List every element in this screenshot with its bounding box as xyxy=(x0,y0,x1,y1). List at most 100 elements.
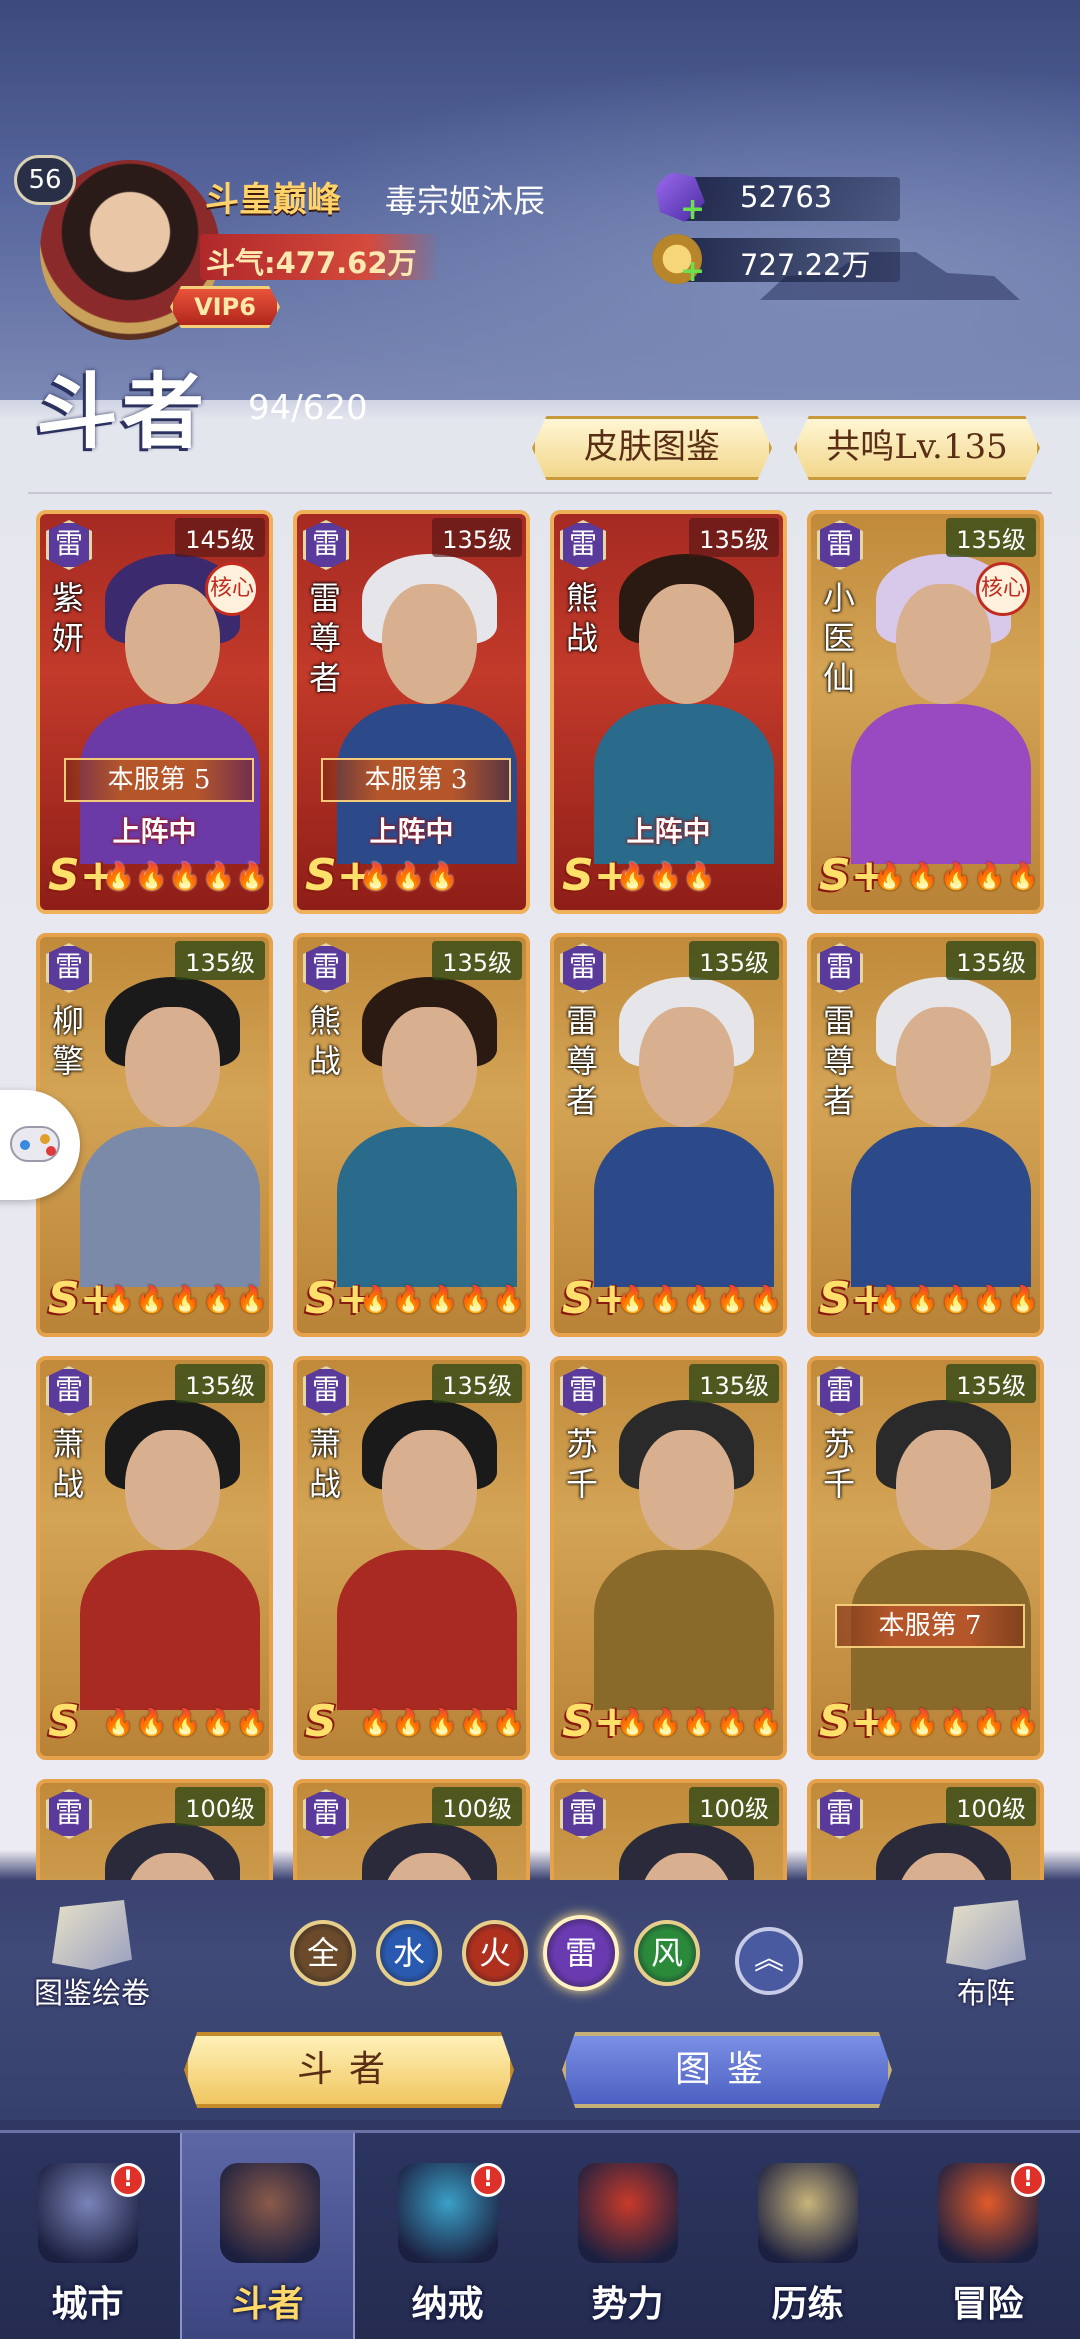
atlas-scroll-button[interactable]: 图鉴绘卷 xyxy=(22,1900,162,2012)
skin-atlas-button[interactable]: 皮肤图鉴 xyxy=(532,416,772,480)
hero-portrait xyxy=(594,554,774,864)
resonance-button[interactable]: 共鸣Lv.135 xyxy=(794,416,1040,480)
hero-name: 苏千 xyxy=(565,1425,598,1503)
element-filter-row: 全水火雷风 xyxy=(290,1915,810,2000)
hero-grid[interactable]: 雷 145级 紫妍 核心 本服第 5 上阵中 S+ 🔥🔥🔥🔥🔥 雷 135级 雷尊者 本服… xyxy=(0,510,1080,1880)
add-coin-icon[interactable]: + xyxy=(680,254,705,289)
hero-portrait xyxy=(80,1400,260,1710)
hero-body xyxy=(594,1550,774,1710)
nav-training[interactable]: 历练 xyxy=(720,2133,895,2339)
hero-body xyxy=(594,1127,774,1287)
hero-stars: 🔥🔥🔥🔥🔥 xyxy=(873,1708,1040,1738)
hero-name: 熊战 xyxy=(565,579,598,657)
nav-label: 历练 xyxy=(771,2283,844,2325)
core-badge: 核心 xyxy=(976,562,1030,616)
fighter-icon xyxy=(220,2163,320,2263)
filter-water-button[interactable]: 水 xyxy=(376,1920,442,1986)
hero-stars: 🔥🔥🔥🔥🔥 xyxy=(359,1708,526,1738)
hero-name: 雷尊者 xyxy=(565,1002,598,1120)
hero-stars: 🔥🔥🔥🔥🔥 xyxy=(102,862,269,892)
hero-card[interactable]: 雷 100级 xyxy=(807,1779,1044,1880)
coin-count: 727.22万 xyxy=(740,248,871,282)
filter-wind-button[interactable]: 风 xyxy=(634,1920,700,1986)
hero-name: 熊战 xyxy=(308,1002,341,1080)
nav-faction[interactable]: 势力 xyxy=(540,2133,715,2339)
flag-icon xyxy=(946,1900,1026,1970)
filter-thunder-button[interactable]: 雷 xyxy=(543,1915,619,1991)
atlas-scroll-label: 图鉴绘卷 xyxy=(33,1976,150,2010)
hero-level: 100级 xyxy=(175,1787,265,1826)
nav-city[interactable]: 城市! xyxy=(0,2133,175,2339)
server-rank-banner: 本服第 3 xyxy=(321,758,511,802)
nav-fighter[interactable]: 斗者 xyxy=(180,2133,355,2339)
hero-name: 紫妍 xyxy=(51,579,84,657)
scroll-icon xyxy=(52,1900,132,1970)
hero-stars: 🔥🔥🔥🔥🔥 xyxy=(359,1285,526,1315)
hero-card[interactable]: 雷 100级 xyxy=(550,1779,787,1880)
hero-card[interactable]: 雷 135级 苏千 本服第 7 S+ 🔥🔥🔥🔥🔥 xyxy=(807,1356,1044,1760)
hero-count: 94/620 xyxy=(248,388,368,428)
hero-level: 135级 xyxy=(432,518,522,557)
hero-card[interactable]: 雷 135级 小医仙 核心 S+ 🔥🔥🔥🔥🔥 xyxy=(807,510,1044,914)
hero-body xyxy=(337,1127,517,1287)
hero-card[interactable]: 雷 145级 紫妍 核心 本服第 5 上阵中 S+ 🔥🔥🔥🔥🔥 xyxy=(36,510,273,914)
hero-level: 135级 xyxy=(946,518,1036,557)
hero-face xyxy=(896,1007,991,1127)
hero-card[interactable]: 雷 135级 雷尊者 S+ 🔥🔥🔥🔥🔥 xyxy=(807,933,1044,1337)
hero-portrait xyxy=(851,977,1031,1287)
hero-face xyxy=(382,1007,477,1127)
hero-card[interactable]: 雷 100级 xyxy=(293,1779,530,1880)
hero-level: 135级 xyxy=(689,941,779,980)
hero-card[interactable]: 雷 135级 萧战 S 🔥🔥🔥🔥🔥 xyxy=(293,1356,530,1760)
hero-name: 雷尊者 xyxy=(822,1002,855,1120)
hero-card[interactable]: 雷 135级 熊战 S+ 🔥🔥🔥🔥🔥 xyxy=(293,933,530,1337)
gamepad-dot xyxy=(20,1140,30,1150)
hero-portrait xyxy=(594,977,774,1287)
hero-name: 雷尊者 xyxy=(308,579,341,697)
hero-card[interactable]: 雷 135级 苏千 S+ 🔥🔥🔥🔥🔥 xyxy=(550,1356,787,1760)
player-title: 斗皇巅峰 xyxy=(205,180,341,220)
nav-ring[interactable]: 纳戒! xyxy=(360,2133,535,2339)
add-crystal-icon[interactable]: + xyxy=(680,192,705,227)
tab-fighter[interactable]: 斗者 xyxy=(184,2032,514,2108)
hero-portrait xyxy=(80,1823,260,1880)
hero-name: 柳擎 xyxy=(51,1002,84,1080)
hero-level: 100级 xyxy=(689,1787,779,1826)
vip-badge[interactable]: VIP6 xyxy=(170,286,280,328)
hero-grade: S xyxy=(305,1696,337,1747)
hero-face xyxy=(639,584,734,704)
hero-stars: 🔥🔥🔥🔥🔥 xyxy=(102,1708,269,1738)
hero-level: 135级 xyxy=(432,941,522,980)
lineup-label: 布阵 xyxy=(956,1976,1015,2010)
gamepad-dot xyxy=(40,1134,50,1144)
hero-card[interactable]: 雷 100级 xyxy=(36,1779,273,1880)
hero-level: 135级 xyxy=(689,518,779,557)
hero-portrait xyxy=(337,977,517,1287)
hero-level: 135级 xyxy=(689,1364,779,1403)
player-power: 斗气:477.62万 xyxy=(206,246,417,280)
hero-card[interactable]: 雷 135级 熊战 上阵中 S+ 🔥🔥🔥 xyxy=(550,510,787,914)
hero-level: 145级 xyxy=(175,518,265,557)
hero-stars: 🔥🔥🔥🔥🔥 xyxy=(873,1285,1040,1315)
lineup-button[interactable]: 布阵 xyxy=(916,1900,1056,2012)
hero-card[interactable]: 雷 135级 雷尊者 本服第 3 上阵中 S+ 🔥🔥🔥 xyxy=(293,510,530,914)
hero-level: 135级 xyxy=(946,1364,1036,1403)
hero-stars: 🔥🔥🔥 xyxy=(359,862,460,892)
crystal-count: 52763 xyxy=(740,180,833,214)
hero-card[interactable]: 雷 135级 雷尊者 S+ 🔥🔥🔥🔥🔥 xyxy=(550,933,787,1337)
filter-all-button[interactable]: 全 xyxy=(290,1920,356,1986)
hero-stars: 🔥🔥🔥🔥🔥 xyxy=(616,1285,783,1315)
hero-face xyxy=(896,584,991,704)
nav-label: 纳戒 xyxy=(411,2283,484,2325)
filter-fire-button[interactable]: 火 xyxy=(462,1920,528,1986)
hero-body xyxy=(80,1550,260,1710)
hero-name: 小医仙 xyxy=(822,579,855,697)
collapse-chevron-icon[interactable]: ︽ xyxy=(735,1927,803,1995)
tab-atlas[interactable]: 图鉴 xyxy=(562,2032,892,2108)
nav-adventure[interactable]: 冒险! xyxy=(900,2133,1075,2339)
player-level-badge: 56 xyxy=(14,155,76,205)
hero-portrait xyxy=(594,1823,774,1880)
nav-label: 斗者 xyxy=(231,2283,304,2325)
hero-name: 萧战 xyxy=(51,1425,84,1503)
hero-card[interactable]: 雷 135级 萧战 S 🔥🔥🔥🔥🔥 xyxy=(36,1356,273,1760)
